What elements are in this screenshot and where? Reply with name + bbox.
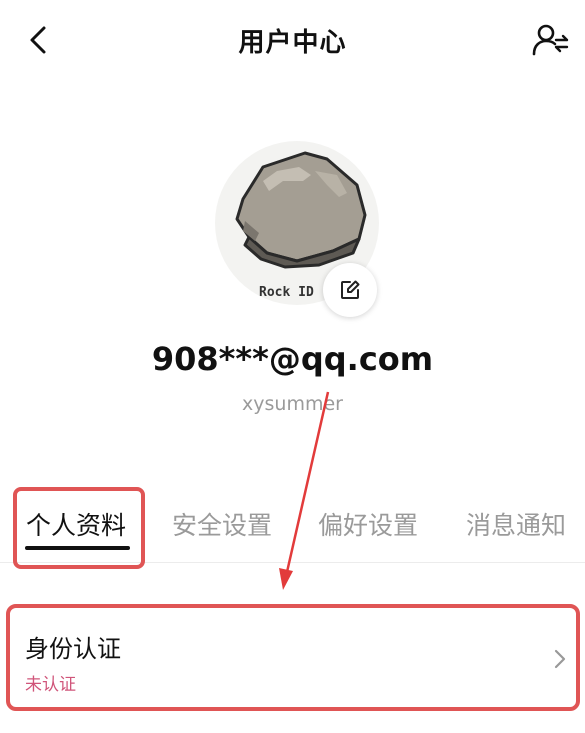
edit-icon xyxy=(341,280,360,299)
tab-security[interactable]: 安全设置 xyxy=(172,506,272,542)
account-email: 908***@qq.com xyxy=(151,340,434,378)
highlight-box-row xyxy=(6,604,580,711)
avatar-caption: Rock ID xyxy=(259,285,314,300)
account-username: xysummer xyxy=(242,393,343,415)
highlight-box-tab xyxy=(13,487,145,569)
tab-preferences[interactable]: 偏好设置 xyxy=(318,506,418,542)
edit-avatar-button[interactable] xyxy=(323,263,377,317)
switch-account-button[interactable] xyxy=(530,20,570,60)
page-title: 用户中心 xyxy=(238,28,347,58)
header: 用户中心 xyxy=(0,0,585,86)
user-switch-icon xyxy=(532,24,569,56)
tab-notifications[interactable]: 消息通知 xyxy=(466,506,566,542)
